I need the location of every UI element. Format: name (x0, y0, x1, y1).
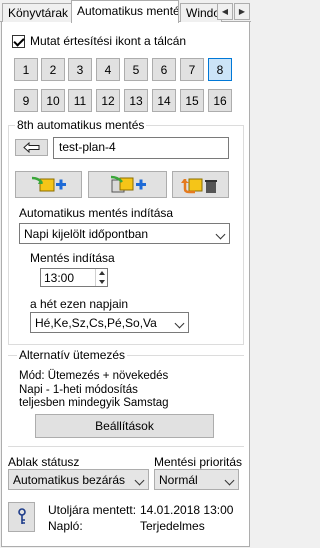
day-button-6[interactable]: 6 (152, 58, 176, 81)
back-button[interactable] (15, 139, 48, 156)
key-icon (17, 508, 26, 524)
chevron-left-icon: ◀ (221, 7, 229, 16)
alt-daily-line: Napi - 1-heti módosítás (19, 384, 138, 396)
copy-plan-button[interactable] (88, 171, 167, 198)
plan-name-field[interactable]: test-plan-4 (53, 137, 229, 159)
chevron-down-icon (215, 229, 226, 240)
tab-scroll-left-button[interactable]: ◀ (217, 3, 233, 20)
delete-plan-icon (180, 178, 217, 193)
day-button-9[interactable]: 9 (14, 89, 38, 112)
arrow-left-icon (22, 142, 39, 153)
day-button-1[interactable]: 1 (14, 58, 38, 81)
window-status-value: Automatikus bezárás (13, 473, 126, 487)
save-priority-select[interactable]: Normál (154, 469, 239, 490)
tab-directories[interactable]: Könyvtárak (2, 3, 72, 22)
show-tray-icon-checkbox[interactable] (12, 35, 25, 48)
alt-mode-line: Mód: Ütemezés + növekedés (19, 370, 169, 382)
last-saved-label: Utoljára mentett: (48, 503, 137, 517)
day-button-11[interactable]: 11 (68, 89, 92, 112)
tab-bar: Könyvtárak Automatikus mentés Windov ◀ ▶ (0, 0, 251, 23)
day-button-3[interactable]: 3 (68, 58, 92, 81)
day-button-7[interactable]: 7 (180, 58, 204, 81)
auto-save-start-mode-value: Napi kijelölt időpontban (24, 227, 149, 241)
log-value: Terjedelmes (140, 519, 205, 533)
weekdays-value: Hé,Ke,Sz,Cs,Pé,So,Va (35, 316, 157, 330)
weekdays-select[interactable]: Hé,Ke,Sz,Cs,Pé,So,Va (30, 312, 189, 333)
show-tray-icon-label: Mutat értesítési ikont a tálcán (30, 34, 187, 48)
day-button-5[interactable]: 5 (124, 58, 148, 81)
info-button[interactable] (8, 502, 35, 532)
tab-scroll-right-button[interactable]: ▶ (234, 3, 250, 20)
alt-bottom-separator (8, 446, 244, 447)
last-saved-value: 14.01.2018 13:00 (140, 503, 234, 517)
spin-down-icon[interactable] (99, 280, 105, 284)
spin-up-icon[interactable] (99, 271, 105, 275)
chevron-down-icon (224, 475, 235, 486)
auto-save-start-label: Automatikus mentés indítása (19, 206, 174, 220)
start-time-value: 13:00 (44, 271, 75, 285)
day-button-15[interactable]: 15 (180, 89, 204, 112)
alt-full-line: teljesben mindegyik Samstag (19, 397, 169, 409)
tab-windows[interactable]: Windov (180, 3, 222, 22)
chevron-down-icon (134, 475, 145, 486)
add-plan-button[interactable] (15, 171, 82, 198)
save-priority-value: Normál (159, 473, 198, 487)
log-label: Napló: (48, 519, 83, 533)
day-button-2[interactable]: 2 (41, 58, 65, 81)
day-button-8[interactable]: 8 (208, 58, 232, 81)
start-time-spinner[interactable]: 13:00 (40, 268, 108, 287)
slot-group-title: 8th automatikus mentés (15, 118, 147, 132)
window-status-label: Ablak státusz (8, 455, 80, 469)
save-start-time-label: Mentés indítása (30, 251, 115, 265)
day-button-12[interactable]: 12 (96, 89, 120, 112)
spinner-buttons[interactable] (95, 269, 107, 286)
day-button-13[interactable]: 13 (124, 89, 148, 112)
weekdays-label: a hét ezen napjain (30, 297, 129, 311)
save-priority-label: Mentési prioritás (154, 455, 243, 469)
settings-button[interactable]: Beállítások (35, 414, 214, 438)
tab-auto-save[interactable]: Automatikus mentés (71, 0, 179, 23)
day-button-16[interactable]: 16 (208, 89, 232, 112)
day-button-14[interactable]: 14 (152, 89, 176, 112)
chevron-right-icon: ▶ (238, 7, 246, 16)
add-plan-icon (31, 176, 66, 191)
copy-plan-icon (110, 175, 146, 192)
delete-plan-button[interactable] (172, 171, 229, 198)
auto-save-start-mode-select[interactable]: Napi kijelölt időpontban (19, 223, 230, 244)
day-button-10[interactable]: 10 (41, 89, 65, 112)
day-button-4[interactable]: 4 (96, 58, 120, 81)
window-status-select[interactable]: Automatikus bezárás (8, 469, 149, 490)
chevron-down-icon (174, 318, 185, 329)
alt-schedule-title: Alternatív ütemezés (17, 348, 128, 362)
